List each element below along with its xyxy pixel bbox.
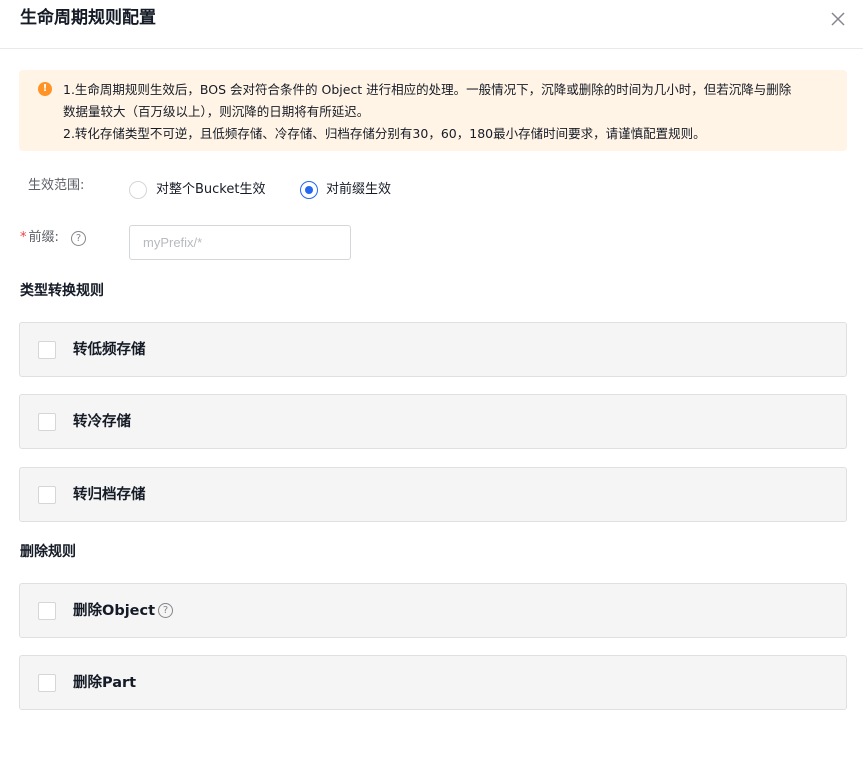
panel-transition-archive[interactable]: 转归档存储 [19,467,847,522]
checkbox-transition-archive[interactable] [38,486,56,504]
deletion-section-title: 删除规则 [20,544,76,560]
help-icon[interactable]: ? [158,603,173,618]
panel-transition-cold[interactable]: 转冷存储 [19,394,847,449]
radio-prefix-scope-label[interactable]: 对前缀生效 [326,181,391,199]
prefix-label-text: 前缀: [28,230,59,245]
panel-delete-part[interactable]: 删除Part [19,655,847,710]
close-icon[interactable] [829,10,847,28]
alert-line: 数据量较大（百万级以上），则沉降的日期将有所延迟。 [63,104,370,119]
dialog-header: 生命周期规则配置 [0,0,863,49]
transition-section-title: 类型转换规则 [20,283,104,299]
checkbox-delete-object[interactable] [38,602,56,620]
dialog-title: 生命周期规则配置 [20,8,156,28]
panel-transition-cold-label: 转冷存储 [73,414,131,430]
panel-transition-archive-label: 转归档存储 [73,487,146,503]
checkbox-transition-ia[interactable] [38,341,56,359]
checkbox-delete-part[interactable] [38,674,56,692]
panel-transition-ia-label: 转低频存储 [73,342,146,358]
panel-delete-part-label: 删除Part [73,675,137,691]
panel-delete-object-label: 删除Object [73,603,156,619]
radio-prefix-scope[interactable] [300,181,318,199]
panel-transition-ia[interactable]: 转低频存储 [19,322,847,377]
scope-label: 生效范围: [28,178,85,193]
panel-delete-object[interactable]: 删除Object ? [19,583,847,638]
alert-line: 1.生命周期规则生效后，BOS 会对符合条件的 Object 进行相应的处理。一… [63,82,792,97]
help-icon[interactable]: ? [71,231,86,246]
alert-line: 2.转化存储类型不可逆，且低频存储、冷存储、归档存储分别有30，60，180最小… [63,126,706,141]
prefix-label: * 前缀: [20,229,59,247]
checkbox-transition-cold[interactable] [38,413,56,431]
radio-bucket-scope-label[interactable]: 对整个Bucket生效 [156,181,265,199]
notice-alert: ! 1.生命周期规则生效后，BOS 会对符合条件的 Object 进行相应的处理… [19,70,847,151]
prefix-input[interactable] [129,225,351,260]
warning-icon: ! [38,82,52,96]
required-mark: * [20,230,27,245]
radio-bucket-scope[interactable] [129,181,147,199]
alert-text: 1.生命周期规则生效后，BOS 会对符合条件的 Object 进行相应的处理。一… [63,79,838,145]
